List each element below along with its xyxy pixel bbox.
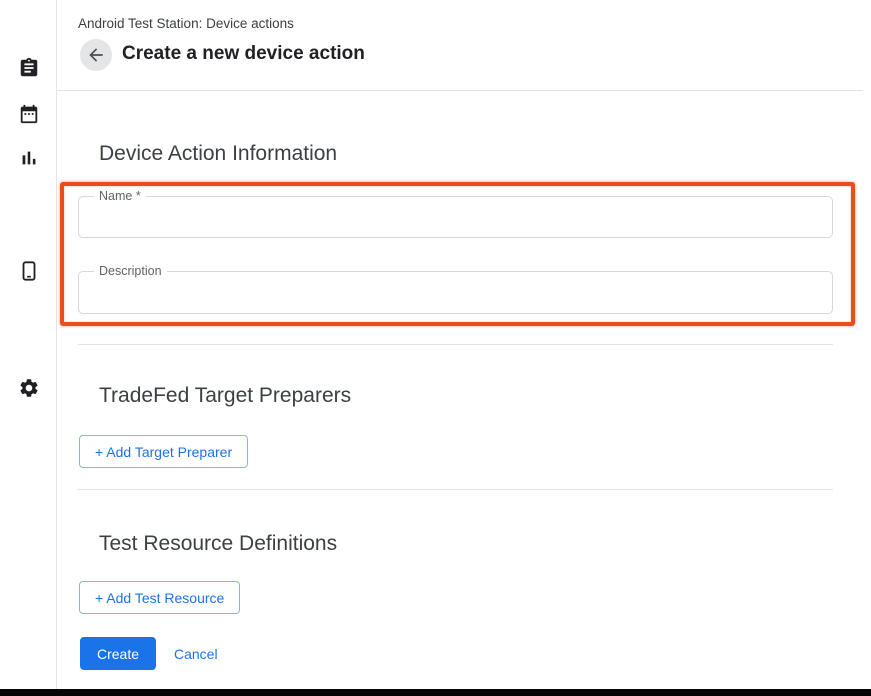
breadcrumb: Android Test Station: Device actions: [78, 16, 294, 31]
section-heading-test-resources: Test Resource Definitions: [99, 532, 337, 556]
sidebar-item-devices[interactable]: [17, 259, 41, 283]
calendar-icon: [18, 103, 40, 125]
sidebar-item-settings[interactable]: [17, 376, 41, 400]
name-input[interactable]: [79, 197, 832, 237]
assignment-icon: [18, 57, 40, 79]
section-heading-device-action-information: Device Action Information: [99, 142, 337, 166]
section-divider: [78, 489, 833, 490]
section-heading-target-preparers: TradeFed Target Preparers: [99, 384, 351, 408]
add-target-preparer-button[interactable]: + Add Target Preparer: [79, 435, 248, 468]
description-input[interactable]: [79, 272, 832, 313]
section-divider: [78, 344, 833, 345]
name-field[interactable]: Name *: [78, 196, 833, 238]
arrow-back-icon: [86, 45, 106, 65]
back-button[interactable]: [80, 39, 112, 71]
bottom-border-bar: [0, 689, 871, 696]
description-field[interactable]: Description: [78, 271, 833, 314]
cancel-button[interactable]: Cancel: [170, 637, 222, 670]
header-divider: [57, 90, 863, 91]
sidebar-nav: [0, 0, 57, 689]
sidebar-item-test-suites[interactable]: [17, 56, 41, 80]
page-title: Create a new device action: [122, 43, 365, 65]
name-field-label: Name *: [94, 189, 146, 204]
gear-icon: [18, 377, 40, 399]
add-test-resource-button[interactable]: + Add Test Resource: [79, 581, 240, 614]
sidebar-item-test-results[interactable]: [17, 146, 41, 170]
create-button[interactable]: Create: [80, 637, 156, 670]
smartphone-icon: [18, 260, 40, 282]
sidebar-item-test-plans[interactable]: [17, 102, 41, 126]
bar-chart-icon: [18, 147, 40, 169]
description-field-label: Description: [94, 264, 167, 279]
